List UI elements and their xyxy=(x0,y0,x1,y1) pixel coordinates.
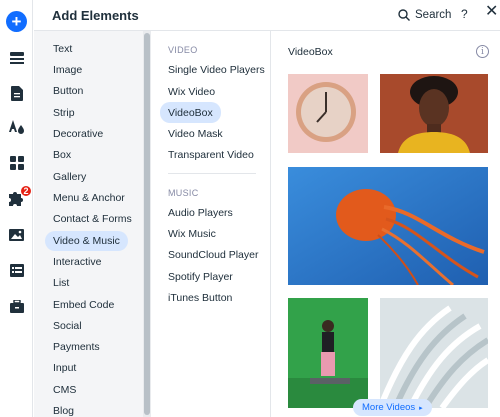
category-box[interactable]: Box xyxy=(45,145,79,165)
sub-wix-video[interactable]: Wix Video xyxy=(160,81,223,102)
videobox-architecture-thumbnail[interactable] xyxy=(380,298,488,408)
apps-grid-icon xyxy=(9,156,24,170)
video-section-title: VIDEO xyxy=(168,45,198,55)
category-strip[interactable]: Strip xyxy=(45,103,83,123)
sub-video-mask[interactable]: Video Mask xyxy=(160,123,231,144)
app-market-button[interactable]: 2 xyxy=(0,183,33,213)
notification-badge: 2 xyxy=(20,185,32,197)
category-blog[interactable]: Blog xyxy=(45,401,82,417)
media-button[interactable] xyxy=(0,220,33,250)
search-icon xyxy=(398,9,410,21)
briefcase-icon xyxy=(9,299,24,313)
category-input[interactable]: Input xyxy=(45,358,84,378)
subcategory-list: VIDEO Single Video Players Wix Video Vid… xyxy=(151,31,271,417)
sub-single-video-players[interactable]: Single Video Players xyxy=(160,59,273,80)
category-image[interactable]: Image xyxy=(45,60,90,80)
theme-icon xyxy=(8,119,24,134)
table-icon xyxy=(9,263,24,277)
category-social[interactable]: Social xyxy=(45,316,90,336)
scrollbar-thumb[interactable] xyxy=(144,33,150,415)
category-cms[interactable]: CMS xyxy=(45,380,84,400)
section-divider xyxy=(168,173,256,174)
left-rail: + 2 xyxy=(0,0,33,417)
category-gallery[interactable]: Gallery xyxy=(45,167,94,187)
menu-button[interactable] xyxy=(0,43,33,73)
preview-panel: VideoBox i More Videos ▸ xyxy=(272,31,500,417)
videobox-jellyfish-thumbnail[interactable] xyxy=(288,167,488,285)
more-videos-label: More Videos xyxy=(362,402,416,413)
category-interactive[interactable]: Interactive xyxy=(45,252,109,272)
theme-button[interactable] xyxy=(0,112,33,142)
category-payments[interactable]: Payments xyxy=(45,337,108,357)
category-contact-forms[interactable]: Contact & Forms xyxy=(45,209,140,229)
more-videos-button[interactable]: More Videos ▸ xyxy=(353,399,432,416)
cms-button[interactable] xyxy=(0,255,33,285)
sub-itunes-button[interactable]: iTunes Button xyxy=(160,287,240,308)
media-icon xyxy=(9,229,24,241)
help-button[interactable]: ? xyxy=(461,7,468,21)
sub-spotify-player[interactable]: Spotify Player xyxy=(160,266,241,287)
category-video-music[interactable]: Video & Music xyxy=(45,231,128,251)
business-button[interactable] xyxy=(0,291,33,321)
add-icon: + xyxy=(6,10,27,32)
close-button[interactable]: ✕ xyxy=(485,4,498,20)
search-button[interactable]: Search xyxy=(398,5,451,25)
music-section-title: MUSIC xyxy=(168,188,199,198)
menu-icon xyxy=(9,52,24,64)
add-elements-button[interactable]: + xyxy=(0,6,33,36)
preview-title: VideoBox xyxy=(288,46,333,58)
category-text[interactable]: Text xyxy=(45,39,80,59)
pages-button[interactable] xyxy=(0,78,33,108)
category-list[interactable]: List xyxy=(45,273,77,293)
caret-right-icon: ▸ xyxy=(419,404,423,412)
category-menu-anchor[interactable]: Menu & Anchor xyxy=(45,188,133,208)
apps-button[interactable] xyxy=(0,148,33,178)
search-label: Search xyxy=(415,9,452,21)
sub-transparent-video[interactable]: Transparent Video xyxy=(160,144,262,165)
videobox-clock-thumbnail[interactable] xyxy=(288,74,368,153)
category-decorative[interactable]: Decorative xyxy=(45,124,111,144)
sub-soundcloud-player[interactable]: SoundCloud Player xyxy=(160,244,266,265)
videobox-greenscreen-thumbnail[interactable] xyxy=(288,298,368,408)
category-button[interactable]: Button xyxy=(45,81,91,101)
category-scrollbar[interactable] xyxy=(143,31,151,417)
page-icon xyxy=(10,85,23,101)
panel-title: Add Elements xyxy=(52,8,139,23)
sub-wix-music[interactable]: Wix Music xyxy=(160,223,224,244)
category-embed-code[interactable]: Embed Code xyxy=(45,295,122,315)
info-icon[interactable]: i xyxy=(476,45,489,58)
sub-audio-players[interactable]: Audio Players xyxy=(160,202,241,223)
panel-header: Add Elements Search ? ✕ xyxy=(34,0,500,31)
videobox-portrait-thumbnail[interactable] xyxy=(380,74,488,153)
sub-videobox[interactable]: VideoBox xyxy=(160,102,221,123)
category-list: Text Image Button Strip Decorative Box G… xyxy=(34,31,143,417)
